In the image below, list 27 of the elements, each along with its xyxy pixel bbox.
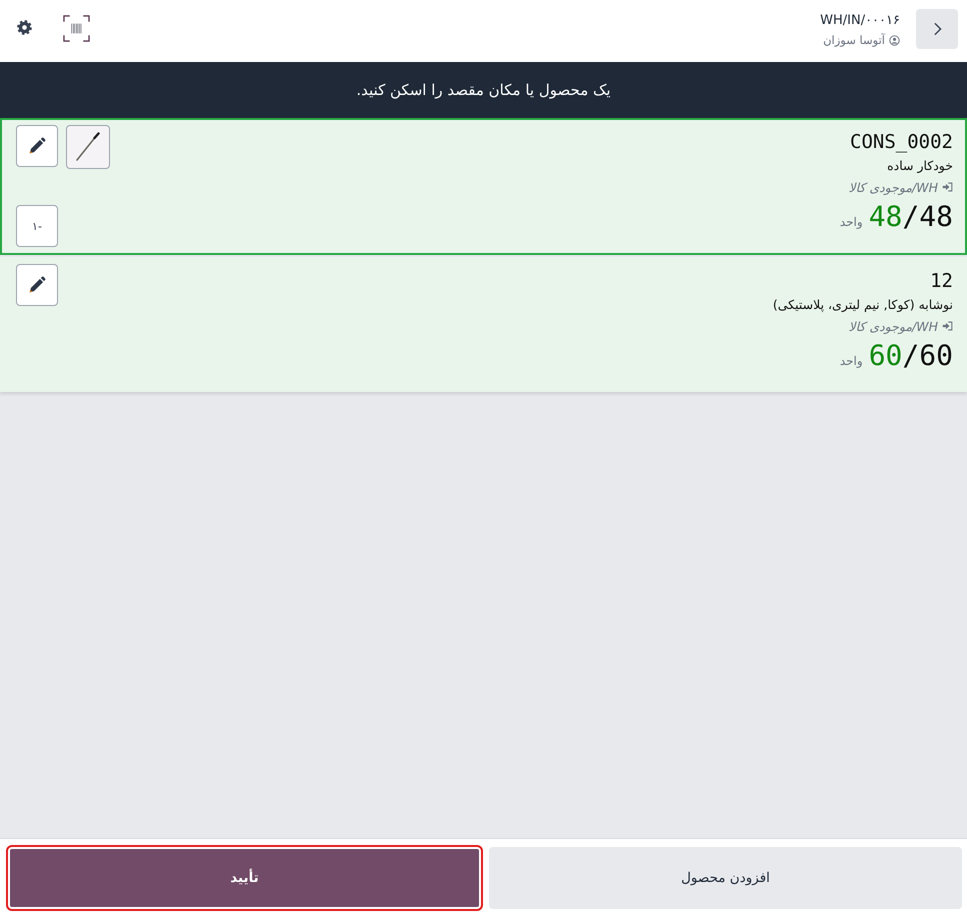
unit-label: واحد [840, 214, 863, 231]
unit-label: واحد [840, 353, 863, 370]
edit-button[interactable] [16, 125, 58, 167]
location-path: WH/موجودی کالا [848, 318, 938, 334]
sign-in-icon [942, 321, 953, 331]
scan-instruction: یک محصول یا مکان مقصد را اسکن کنید. [356, 81, 611, 99]
picking-reference: WH/IN/۰۰۰۱۶ [820, 12, 900, 30]
sign-in-icon [942, 182, 953, 192]
quantity: 60/60 [868, 338, 953, 374]
user-circle-icon [889, 34, 900, 46]
edit-button[interactable] [16, 264, 58, 306]
barcode-scan-icon[interactable] [63, 15, 90, 42]
pencil-icon [28, 137, 46, 155]
product-name: خودکار ساده [887, 157, 953, 175]
chevron-right-icon [932, 22, 942, 36]
settings-icon[interactable] [16, 19, 33, 36]
product-image-button[interactable] [66, 125, 110, 169]
location-path: WH/موجودی کالا [848, 180, 938, 194]
quantity: 48/48 [868, 199, 953, 235]
responsible-user: آتوسا سوزان [823, 32, 885, 48]
product-code: CONS_0002 [850, 130, 953, 155]
add-product-button[interactable]: افزودن محصول [489, 847, 962, 909]
decrement-button[interactable]: ۱- [16, 205, 58, 247]
pencil-icon [28, 276, 46, 294]
product-code: 12 [930, 269, 953, 294]
confirm-button[interactable]: تأیید [8, 847, 481, 909]
product-name: نوشابه (کوکا, نیم لیتری، پلاستیکی) [772, 296, 953, 314]
